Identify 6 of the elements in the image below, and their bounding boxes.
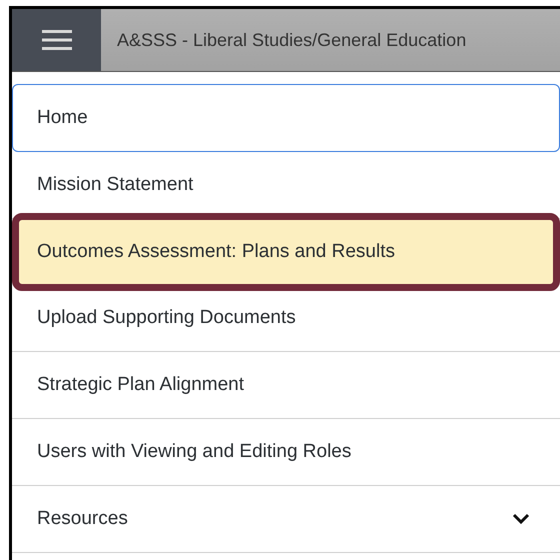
chevron-icon [512,513,530,525]
menu-icon [42,29,72,51]
site-title: A&SSS - Liberal Studies/General Education [117,28,466,52]
nav-menu-item[interactable]: Outcomes Assessment: Plans and Results [12,213,560,291]
menu-button[interactable] [12,9,101,71]
nav-menu-item[interactable]: Home [12,84,560,152]
